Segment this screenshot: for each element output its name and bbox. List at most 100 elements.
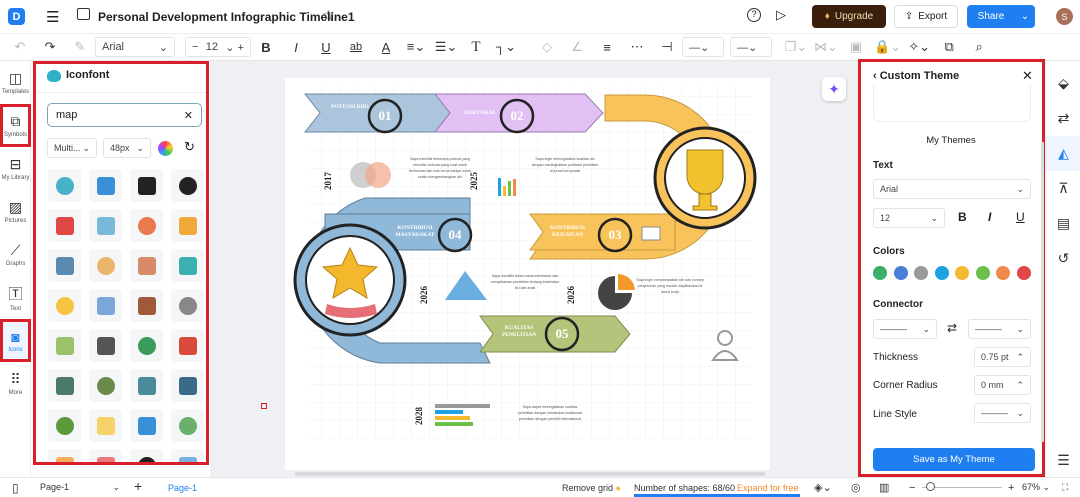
history-icon[interactable]: ↺	[1046, 241, 1080, 276]
redo-icon[interactable]: ↷	[38, 36, 62, 58]
line-end-select[interactable]: —⌄	[730, 37, 772, 57]
map-icon-result[interactable]	[171, 329, 204, 362]
rail-templates[interactable]: ◫ Templates	[0, 61, 31, 104]
map-icon-result[interactable]	[171, 409, 204, 442]
line-weight-icon[interactable]: ≡	[595, 36, 619, 58]
connector-icon[interactable]: ┐⌄	[494, 36, 518, 58]
zoom-level[interactable]: 67% ⌄	[1022, 482, 1050, 493]
star-icon[interactable]: ☆	[322, 7, 335, 24]
color-swatch[interactable]	[1016, 266, 1031, 280]
rail-icons[interactable]: ◙ Icons	[0, 319, 31, 362]
icon-search-input[interactable]: map ✕	[47, 103, 202, 127]
map-icon-result[interactable]	[89, 449, 122, 462]
fullscreen-icon[interactable]: ⛶	[1062, 482, 1068, 493]
format-painter-icon[interactable]: ✎	[68, 36, 92, 58]
map-icon-result[interactable]	[130, 329, 163, 362]
map-icon-result[interactable]	[130, 209, 163, 242]
map-icon-result[interactable]	[48, 449, 81, 462]
chevron-down-icon[interactable]: ⌄	[1015, 11, 1035, 22]
save-icon[interactable]	[77, 8, 90, 20]
swap-icon[interactable]: ⇄	[947, 321, 957, 335]
remove-grid-button[interactable]: Remove grid ●	[562, 483, 621, 493]
undo-icon[interactable]: ↶	[8, 36, 32, 58]
share-button[interactable]: Share ⌄	[967, 5, 1035, 28]
connector-start-select[interactable]: ——— ⌄	[873, 319, 937, 339]
note-text[interactable]: Saya ingin menyampaikan ide dan konsep p…	[635, 277, 705, 295]
map-icon-result[interactable]	[89, 289, 122, 322]
document-title[interactable]: Personal Development Infographic Timelin…	[98, 10, 355, 24]
fill-style-icon[interactable]: ⬙	[1046, 66, 1080, 101]
dash-style-icon[interactable]: ⋯	[625, 36, 649, 58]
fill-icon[interactable]: ◇	[535, 36, 559, 58]
map-icon-result[interactable]	[48, 209, 81, 242]
size-filter-select[interactable]: 48px ⌄	[103, 138, 151, 158]
back-icon[interactable]: ‹	[873, 70, 880, 82]
canvas-page[interactable]: POTENSI DIRI 01 DOKTORAL 02 KONTRIBUSI K…	[285, 78, 770, 470]
refresh-icon[interactable]: ↻	[184, 139, 195, 155]
theme-preview[interactable]	[873, 84, 1031, 122]
line-color-icon[interactable]: ∠	[565, 36, 589, 58]
find-icon[interactable]: ⌕	[967, 36, 991, 58]
line-start-select[interactable]: —⌄	[682, 37, 724, 57]
map-icon-result[interactable]	[89, 369, 122, 402]
horizontal-scrollbar[interactable]	[295, 472, 765, 476]
map-icon-result[interactable]	[130, 409, 163, 442]
arrow-style-icon[interactable]: ⊣	[655, 36, 679, 58]
color-swatch[interactable]	[893, 266, 908, 280]
magic-icon[interactable]: ✧⌄	[907, 36, 931, 58]
expand-link[interactable]: Expand for free	[737, 483, 799, 493]
color-swatch[interactable]	[975, 266, 990, 280]
type-filter-select[interactable]: Multi... ⌄	[47, 138, 97, 158]
ai-assistant-button[interactable]: ✦	[822, 77, 846, 101]
corner-radius-stepper[interactable]: 0 mm ⌃	[974, 375, 1031, 395]
rail-pictures[interactable]: ▨ Pictures	[0, 190, 31, 233]
settings-list-icon[interactable]: ☰	[1046, 443, 1080, 478]
save-theme-button[interactable]: Save as My Theme	[873, 448, 1035, 471]
text-tool-icon[interactable]: T	[464, 36, 488, 58]
step-4-label[interactable]: KONTRIBUSI MASYARAKAT	[385, 225, 445, 239]
upgrade-button[interactable]: ♦ Upgrade	[812, 5, 886, 28]
help-icon[interactable]: ?	[747, 8, 761, 22]
color-swatch[interactable]	[914, 266, 928, 280]
export-button[interactable]: ⇪ Export	[894, 5, 958, 28]
map-icon-result[interactable]	[171, 209, 204, 242]
map-icon-result[interactable]	[48, 289, 81, 322]
map-icon-result[interactable]	[130, 449, 163, 462]
map-icon-result[interactable]	[89, 209, 122, 242]
step-1-label[interactable]: POTENSI DIRI	[325, 104, 375, 111]
font-select[interactable]: Arial ⌄	[95, 37, 175, 57]
map-icon-result[interactable]	[48, 409, 81, 442]
play-icon[interactable]: ▷	[776, 7, 786, 23]
note-text[interactable]: Saya memiliki tekad untuk membantu dan m…	[490, 273, 560, 291]
theme-icon[interactable]: ◭	[1046, 136, 1080, 171]
color-picker-icon[interactable]	[158, 141, 173, 156]
thickness-stepper[interactable]: 0.75 pt ⌃	[974, 347, 1031, 367]
map-icon-result[interactable]	[171, 289, 204, 322]
lock-icon[interactable]: 🔒⌄	[874, 36, 901, 58]
theme-size-select[interactable]: 12 ⌄	[873, 208, 945, 228]
zoom-out-icon[interactable]: −	[909, 482, 915, 494]
color-swatch[interactable]	[934, 266, 949, 280]
map-icon-result[interactable]	[130, 169, 163, 202]
line-style-select[interactable]: ——— ⌄	[974, 403, 1031, 423]
zoom-slider-handle[interactable]	[926, 482, 935, 491]
map-icon-result[interactable]	[171, 249, 204, 282]
presentation-icon[interactable]: ⊼	[1046, 171, 1080, 206]
map-icon-result[interactable]	[89, 329, 122, 362]
distribute-icon[interactable]: ⋈⌄	[814, 36, 838, 58]
fit-page-icon[interactable]: ▥	[879, 481, 889, 494]
text-highlight-icon[interactable]: ab	[344, 36, 368, 58]
add-page-icon[interactable]: +	[134, 478, 142, 494]
align-icon[interactable]: ≡⌄	[404, 36, 428, 58]
page-panel-icon[interactable]: ▯	[12, 481, 19, 495]
map-icon-result[interactable]	[48, 249, 81, 282]
selection-handle[interactable]	[261, 403, 267, 409]
zoom-in-icon[interactable]: +	[1008, 482, 1014, 494]
shadow-icon[interactable]: ❐⌄	[784, 36, 808, 58]
page-tab[interactable]: Page-1	[168, 483, 197, 493]
avatar[interactable]: S	[1056, 8, 1073, 25]
clear-icon[interactable]: ✕	[184, 109, 193, 122]
page-setup-icon[interactable]: ▤	[1046, 206, 1080, 241]
note-text[interactable]: Saya dapat meningkatkan kualitas penelit…	[515, 404, 585, 422]
italic-icon[interactable]: I	[284, 36, 308, 58]
